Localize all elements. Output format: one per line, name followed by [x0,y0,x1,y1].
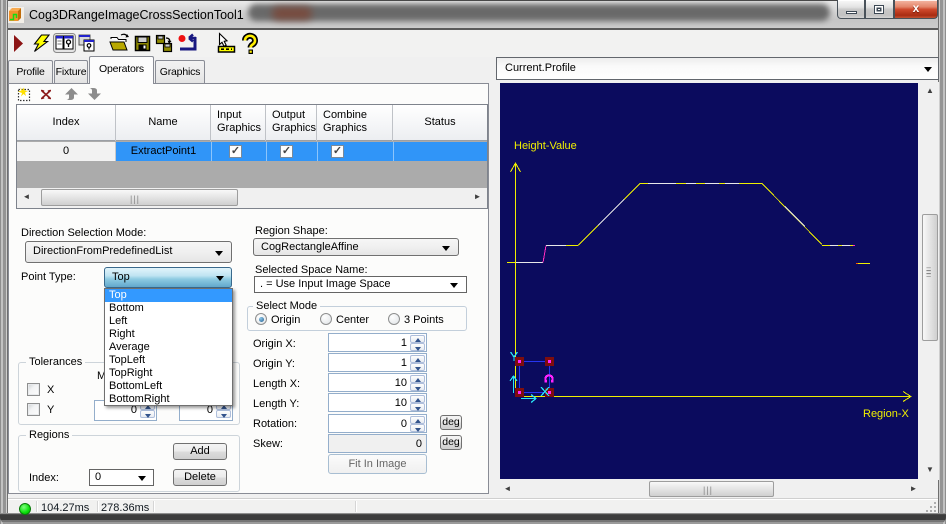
svg-text:Region-X: Region-X [863,408,910,420]
svg-text:Height-Value: Height-Value [514,140,577,152]
